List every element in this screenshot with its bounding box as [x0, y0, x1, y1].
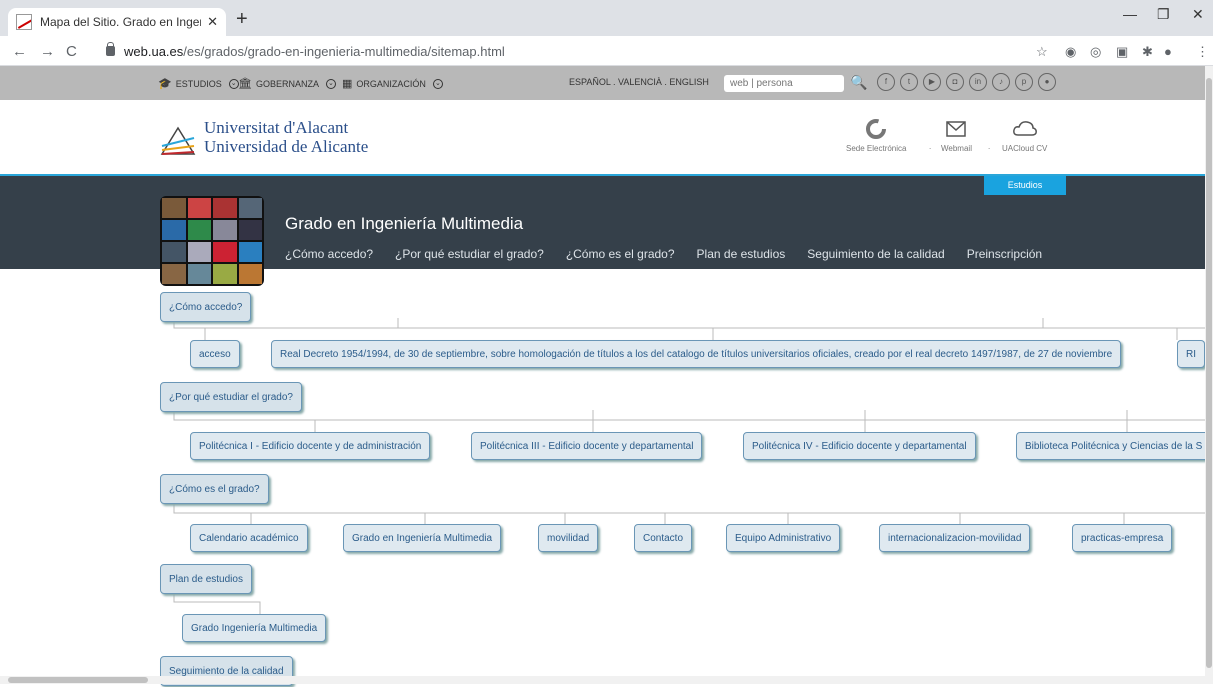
sitemap-section[interactable]: ¿Cómo es el grado? — [160, 474, 269, 504]
sitemap-link[interactable]: movilidad — [538, 524, 599, 552]
sitemap-link[interactable]: practicas-empresa — [1072, 524, 1173, 552]
sitemap-link[interactable]: Politécnica I - Edificio docente y de ad… — [190, 432, 431, 460]
scroll-thumb[interactable] — [8, 677, 148, 683]
sitemap-section[interactable]: Plan de estudios — [160, 564, 252, 594]
sitemap-link[interactable]: Equipo Administrativo — [726, 524, 841, 552]
vertical-scrollbar[interactable] — [1205, 66, 1213, 676]
sitemap-link[interactable]: Politécnica IV - Edificio docente y depa… — [743, 432, 976, 460]
scroll-thumb[interactable] — [1206, 78, 1212, 668]
horizontal-scrollbar[interactable] — [0, 676, 1213, 684]
sitemap-link[interactable]: Calendario académico — [190, 524, 308, 552]
sitemap-section[interactable]: ¿Por qué estudiar el grado? — [160, 382, 302, 412]
sitemap-link[interactable]: Biblioteca Politécnica y Ciencias de la … — [1016, 432, 1212, 460]
sitemap-link[interactable]: RI — [1177, 340, 1205, 368]
sitemap-link[interactable]: Contacto — [634, 524, 693, 552]
sitemap-section[interactable]: ¿Cómo accedo? — [160, 292, 252, 322]
sitemap-link[interactable]: Real Decreto 1954/1994, de 30 de septiem… — [271, 340, 1122, 368]
sitemap-link[interactable]: acceso — [190, 340, 240, 368]
sitemap-link[interactable]: Grado en Ingeniería Multimedia — [343, 524, 502, 552]
sitemap-link[interactable]: Politécnica III - Edificio docente y dep… — [471, 432, 703, 460]
sitemap-link[interactable]: Grado Ingeniería Multimedia — [182, 614, 327, 642]
sitemap-link[interactable]: internacionalizacion-movilidad — [879, 524, 1031, 552]
